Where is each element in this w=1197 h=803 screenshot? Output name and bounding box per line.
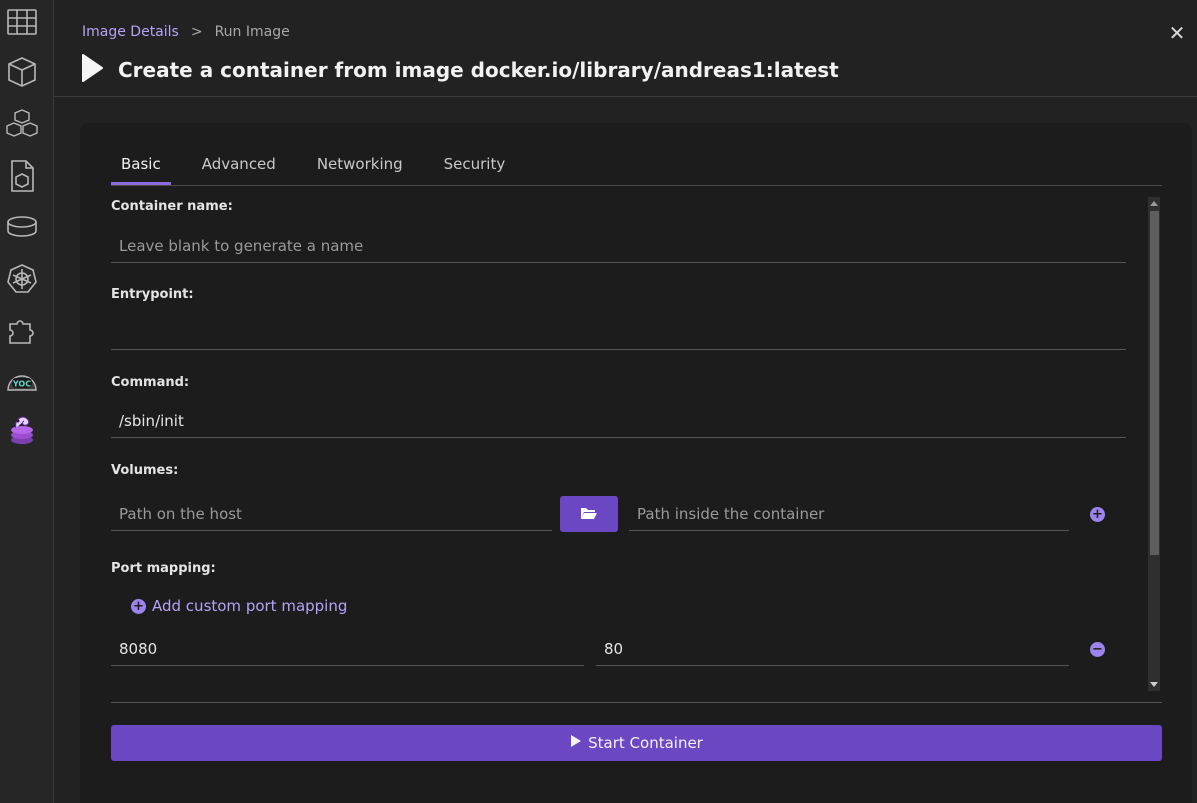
container-port-field <box>596 632 1069 666</box>
add-port-mapping-label: Add custom port mapping <box>152 597 348 615</box>
breadcrumb: Image Details > Run Image <box>82 24 290 40</box>
container-name-field <box>111 229 1126 263</box>
entrypoint-input[interactable] <box>111 316 1126 349</box>
volumes-icon[interactable] <box>5 210 39 244</box>
volume-container-path-input[interactable] <box>629 497 1069 530</box>
host-port-input[interactable] <box>111 632 584 665</box>
footer-divider <box>111 702 1162 703</box>
breadcrumb-separator: > <box>190 24 203 40</box>
volume-host-path-input[interactable] <box>111 497 552 530</box>
scroll-down-arrow-icon[interactable] <box>1150 682 1158 687</box>
volumes-label: Volumes: <box>111 463 179 478</box>
pods-icon[interactable] <box>5 107 39 141</box>
container-port-input[interactable] <box>596 632 1069 665</box>
dashboard-icon[interactable] <box>5 5 39 39</box>
port-mapping-label: Port mapping: <box>111 561 216 576</box>
breadcrumb-current: Run Image <box>214 24 290 40</box>
extension-stack-icon[interactable] <box>5 412 39 446</box>
scrollbar-thumb[interactable] <box>1150 211 1159 555</box>
start-container-button[interactable]: Start Container <box>111 725 1162 761</box>
breadcrumb-image-details-link[interactable]: Image Details <box>82 24 179 40</box>
tab-basic[interactable]: Basic <box>111 153 171 185</box>
extension-app-icon[interactable]: YOC <box>5 363 39 397</box>
host-port-field <box>111 632 584 666</box>
volume-container-field <box>629 497 1069 531</box>
remove-port-mapping-icon[interactable]: − <box>1090 642 1105 657</box>
folder-open-icon <box>580 505 598 524</box>
tab-advanced[interactable]: Advanced <box>192 153 286 184</box>
add-circle-icon: + <box>131 598 146 614</box>
tab-bar: Basic Advanced Networking Security <box>111 153 1162 186</box>
add-port-mapping-button[interactable]: + Add custom port mapping <box>131 597 347 615</box>
entrypoint-label: Entrypoint: <box>111 287 194 302</box>
browse-folder-button[interactable] <box>560 496 618 532</box>
images-icon[interactable] <box>5 159 39 193</box>
page-title: Create a container from image docker.io/… <box>118 58 839 82</box>
container-name-label: Container name: <box>111 199 233 214</box>
add-volume-icon[interactable]: + <box>1090 507 1105 522</box>
start-container-label: Start Container <box>588 734 703 752</box>
page-header: Image Details > Run Image Create a conta… <box>54 0 1197 97</box>
entrypoint-field <box>111 316 1126 350</box>
title-row: Create a container from image docker.io/… <box>80 53 839 87</box>
basic-form: Container name: Entrypoint: Command: Vol… <box>111 197 1127 691</box>
command-label: Command: <box>111 375 190 390</box>
container-icon[interactable] <box>5 55 39 89</box>
form-scrollbar[interactable] <box>1148 197 1160 691</box>
play-icon <box>80 53 104 87</box>
run-image-card: Basic Advanced Networking Security Conta… <box>80 123 1192 803</box>
sidebar: YOC <box>0 0 54 803</box>
tab-security[interactable]: Security <box>434 153 516 184</box>
extensions-icon[interactable] <box>5 313 39 347</box>
volume-host-field <box>111 497 552 531</box>
command-field <box>111 404 1126 438</box>
container-name-input[interactable] <box>111 229 1126 262</box>
tab-networking[interactable]: Networking <box>307 153 413 184</box>
play-icon <box>570 734 582 752</box>
scroll-up-arrow-icon[interactable] <box>1150 201 1158 206</box>
close-icon[interactable]: ✕ <box>1167 22 1187 44</box>
command-input[interactable] <box>111 404 1126 437</box>
svg-text:YOC: YOC <box>12 380 31 389</box>
kubernetes-icon[interactable] <box>5 262 39 296</box>
